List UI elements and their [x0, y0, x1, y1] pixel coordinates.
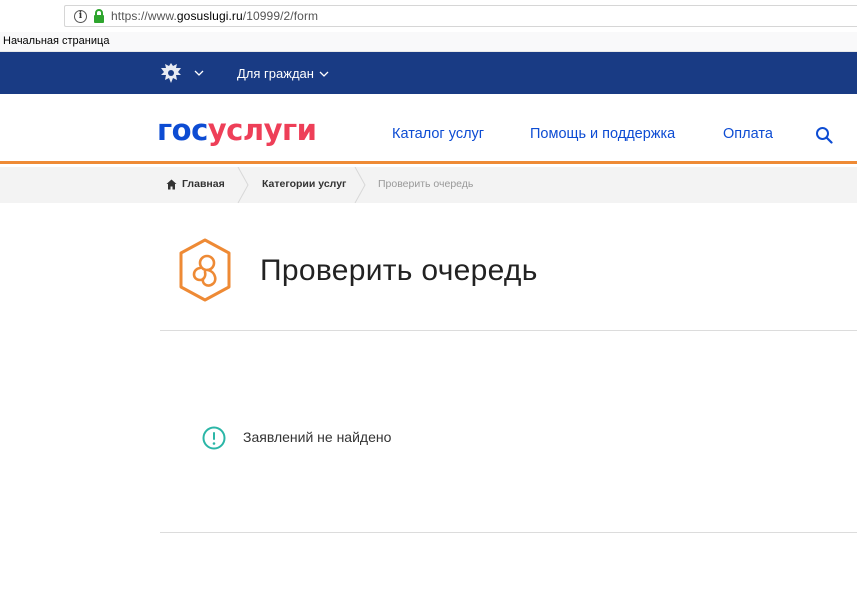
main-header: госуслуги Каталог услуг Помощь и поддерж…	[0, 94, 857, 164]
logo-part-gos: гос	[157, 113, 208, 147]
browser-address-row: i https://www.gosuslugi.ru/10999/2/form	[0, 0, 857, 32]
breadcrumb-separator	[354, 167, 366, 203]
nav-help[interactable]: Помощь и поддержка	[530, 126, 675, 142]
top-navigation: Для граждан	[0, 52, 857, 94]
bottom-divider	[160, 532, 857, 533]
pacifier-icon	[179, 238, 231, 302]
logo-part-uslugi: услуги	[207, 113, 317, 147]
breadcrumb-separator	[237, 167, 249, 203]
no-applications-message: Заявлений не найдено	[243, 429, 392, 445]
search-icon[interactable]	[815, 126, 833, 144]
address-bar[interactable]: i https://www.gosuslugi.ru/10999/2/form	[64, 5, 857, 27]
page-title: Проверить очередь	[260, 254, 538, 287]
url-text[interactable]: https://www.gosuslugi.ru/10999/2/form	[111, 9, 318, 23]
title-divider	[160, 330, 857, 331]
url-prefix: https://www.	[111, 9, 177, 23]
url-path: /10999/2/form	[242, 9, 319, 23]
breadcrumb-current: Проверить очередь	[378, 178, 474, 190]
breadcrumb-categories[interactable]: Категории услуг	[262, 178, 346, 190]
citizens-menu[interactable]: Для граждан	[237, 66, 314, 81]
home-icon	[166, 179, 177, 190]
gosuslugi-logo[interactable]: госуслуги	[157, 113, 317, 147]
info-icon[interactable]: i	[74, 9, 87, 23]
bookmarks-bar: Начальная страница	[0, 32, 857, 52]
chevron-down-icon[interactable]	[319, 71, 329, 77]
nav-payment[interactable]: Оплата	[723, 126, 773, 142]
url-domain: gosuslugi.ru	[176, 9, 243, 23]
russian-emblem-icon[interactable]	[158, 60, 184, 86]
chevron-down-icon[interactable]	[194, 70, 204, 76]
breadcrumb: Главная Категории услуг Проверить очеред…	[0, 167, 857, 203]
breadcrumb-home[interactable]: Главная	[182, 178, 225, 190]
exclamation-circle-icon	[202, 426, 226, 450]
bookmark-home-page[interactable]: Начальная страница	[3, 35, 109, 47]
nav-catalog[interactable]: Каталог услуг	[392, 126, 484, 142]
lock-icon[interactable]	[93, 9, 105, 23]
